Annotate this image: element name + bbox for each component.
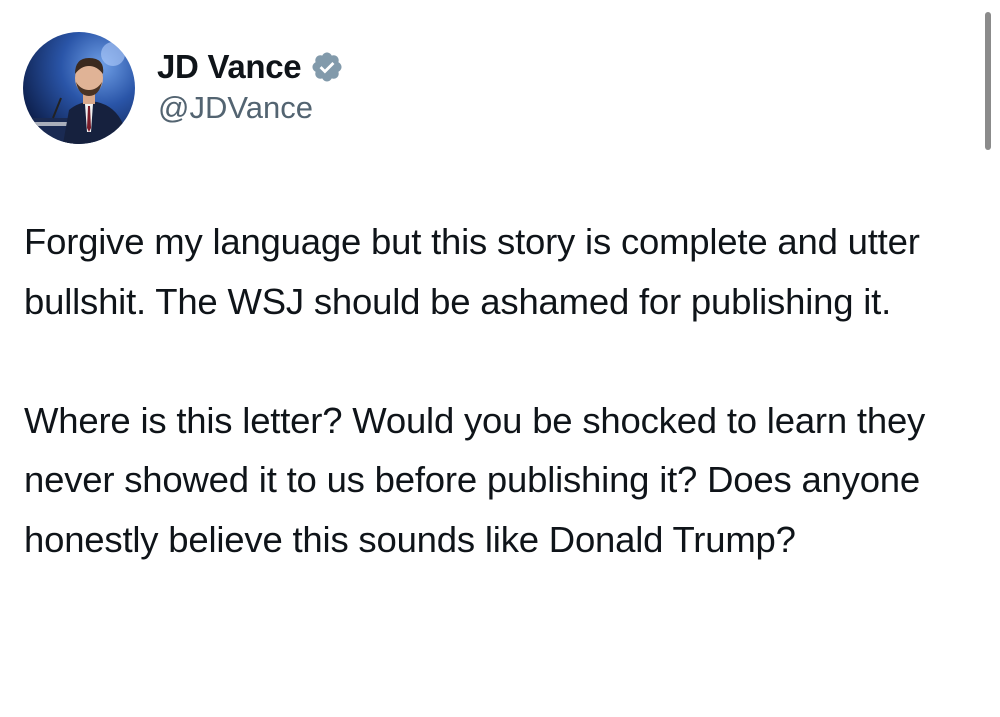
avatar[interactable] [23,32,135,144]
profile-photo-icon [23,32,135,144]
author-name-row: JD Vance [157,44,344,90]
verified-badge-icon [310,50,344,84]
display-name[interactable]: JD Vance [157,48,302,86]
scrollbar[interactable] [985,12,991,150]
tweet-paragraph: Where is this letter? Would you be shock… [24,399,926,560]
tweet-text: Forgive my language but this story is co… [24,212,974,569]
author-handle[interactable]: @JDVance [158,90,313,126]
tweet: JD Vance @JDVance Forgive my language bu… [0,0,1000,717]
tweet-paragraph: Forgive my language but this story is co… [24,221,920,322]
